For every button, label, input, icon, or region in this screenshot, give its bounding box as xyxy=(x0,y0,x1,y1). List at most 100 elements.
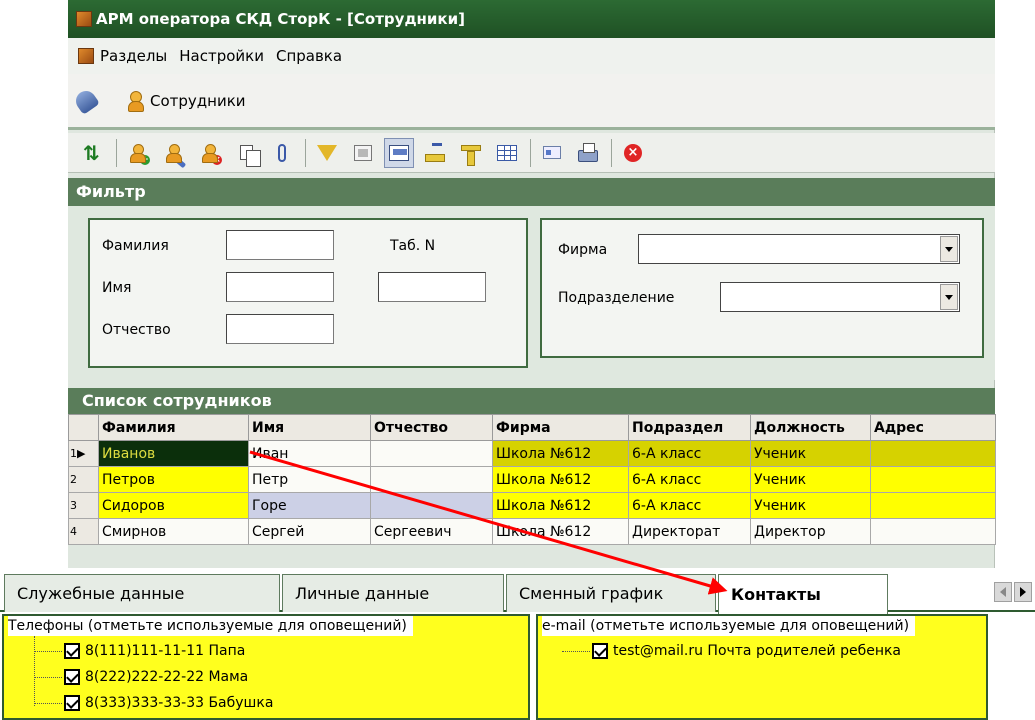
menu-item-sections[interactable]: Разделы xyxy=(100,47,167,65)
feather-icon[interactable] xyxy=(72,86,100,115)
window-title: АРМ оператора СКД СторК - [Сотрудники] xyxy=(96,10,465,28)
cell-department[interactable]: Директорат xyxy=(628,518,751,545)
department-select[interactable] xyxy=(720,282,960,312)
print-button[interactable] xyxy=(573,138,603,168)
middlename-label: Отчество xyxy=(102,322,171,338)
emails-panel: e-mail (отметьте используемые для оповещ… xyxy=(536,614,988,720)
email-label: test@mail.ru Почта родителей ребенка xyxy=(613,643,902,659)
column-header-lastname[interactable]: Фамилия xyxy=(98,414,249,441)
close-icon: × xyxy=(624,143,642,162)
phone-checkbox[interactable] xyxy=(64,669,80,685)
chevron-down-icon[interactable] xyxy=(940,236,958,262)
email-checkbox[interactable] xyxy=(592,643,608,659)
cell-firstname[interactable]: Иван xyxy=(248,440,371,467)
phone-checkbox[interactable] xyxy=(64,695,80,711)
list-item[interactable]: 8(111)111-11-11 Папа xyxy=(34,640,245,662)
cell-lastname[interactable]: Сидоров xyxy=(98,492,249,519)
column-header-department[interactable]: Подраздел xyxy=(628,414,751,441)
id-card-button[interactable] xyxy=(537,138,567,168)
emails-panel-title: e-mail (отметьте используемые для оповещ… xyxy=(542,616,916,636)
firm-label: Фирма xyxy=(558,242,608,258)
phone-checkbox[interactable] xyxy=(64,643,80,659)
cell-middlename[interactable] xyxy=(370,492,493,519)
edit-employee-button[interactable] xyxy=(159,138,189,168)
cell-firm[interactable]: Школа №612 xyxy=(492,492,629,519)
tee-ruler-icon xyxy=(461,144,481,166)
tabs-scroll-right-icon[interactable] xyxy=(1014,582,1032,602)
column-header-firm[interactable]: Фирма xyxy=(492,414,629,441)
cell-department[interactable]: 6-А класс xyxy=(628,440,751,467)
cell-department[interactable]: 6-А класс xyxy=(628,466,751,493)
tabnum-input[interactable] xyxy=(378,272,486,302)
delete-employee-icon: × xyxy=(200,143,222,165)
table-row[interactable]: 3 Сидоров Горе Школа №612 6-А класс Учен… xyxy=(68,492,996,519)
tab-personal-data[interactable]: Личные данные xyxy=(282,574,504,612)
screen-view-button[interactable] xyxy=(384,137,414,168)
cell-middlename[interactable]: Сергеевич xyxy=(370,518,493,545)
list-item[interactable]: 8(333)333-33-33 Бабушка xyxy=(34,692,273,714)
cell-firstname[interactable]: Горе xyxy=(248,492,371,519)
filter-button[interactable] xyxy=(312,138,342,168)
copy-button[interactable] xyxy=(231,138,261,168)
cell-firstname[interactable]: Петр xyxy=(248,466,371,493)
cell-position[interactable]: Директор xyxy=(750,518,871,545)
cell-lastname[interactable]: Петров xyxy=(98,466,249,493)
cell-address[interactable] xyxy=(870,518,996,545)
table-view-icon xyxy=(497,144,517,161)
add-employee-button[interactable]: + xyxy=(123,138,153,168)
form-view-button[interactable] xyxy=(348,138,378,168)
phone-label: 8(111)111-11-11 Папа xyxy=(85,643,246,659)
column-header-firstname[interactable]: Имя xyxy=(248,414,371,441)
column-header-address[interactable]: Адрес xyxy=(870,414,996,441)
table-view-button[interactable] xyxy=(492,138,522,168)
cell-position[interactable]: Ученик xyxy=(750,492,871,519)
tab-service-data[interactable]: Служебные данные xyxy=(4,574,280,612)
cell-lastname[interactable]: Смирнов xyxy=(98,518,249,545)
attachment-button[interactable] xyxy=(267,138,297,168)
lastname-input[interactable] xyxy=(226,230,334,260)
id-card-icon xyxy=(543,146,561,159)
middlename-input[interactable] xyxy=(226,314,334,344)
tabs-scroll-left-icon[interactable] xyxy=(994,582,1012,602)
table-row[interactable]: 2 Петров Петр Школа №612 6-А класс Учени… xyxy=(68,466,996,493)
close-button[interactable]: × xyxy=(618,138,648,168)
cell-address[interactable] xyxy=(870,466,996,493)
cell-department[interactable]: 6-А класс xyxy=(628,492,751,519)
tee-ruler-button[interactable] xyxy=(456,138,486,168)
firm-select[interactable] xyxy=(638,234,960,264)
cell-firm[interactable]: Школа №612 xyxy=(492,518,629,545)
list-item[interactable]: test@mail.ru Почта родителей ребенка xyxy=(562,640,901,662)
lastname-label: Фамилия xyxy=(102,238,169,254)
cell-position[interactable]: Ученик xyxy=(750,440,871,467)
menu-item-help[interactable]: Справка xyxy=(276,47,342,65)
cell-position[interactable]: Ученик xyxy=(750,466,871,493)
chevron-down-icon[interactable] xyxy=(940,284,958,310)
attachment-icon xyxy=(278,143,286,162)
firstname-input[interactable] xyxy=(226,272,334,302)
delete-employee-button[interactable]: × xyxy=(195,138,225,168)
cell-address[interactable] xyxy=(870,492,996,519)
employee-grid: Фамилия Имя Отчество Фирма Подраздел Дол… xyxy=(68,414,996,545)
cell-firstname[interactable]: Сергей xyxy=(248,518,371,545)
table-row[interactable]: 4 Смирнов Сергей Сергеевич Школа №612 Ди… xyxy=(68,518,996,545)
menu-item-settings[interactable]: Настройки xyxy=(179,47,264,65)
employee-list-header: Список сотрудников xyxy=(68,388,995,414)
cell-firm[interactable]: Школа №612 xyxy=(492,440,629,467)
column-header-middlename[interactable]: Отчество xyxy=(370,414,493,441)
phone-label: 8(222)222-22-22 Мама xyxy=(85,669,249,685)
cell-middlename[interactable] xyxy=(370,440,493,467)
cell-address[interactable] xyxy=(870,440,996,467)
list-item[interactable]: 8(222)222-22-22 Мама xyxy=(34,666,248,688)
cell-lastname[interactable]: Иванов xyxy=(98,440,249,467)
refresh-button[interactable]: ⇅ xyxy=(78,138,108,168)
tab-shift-schedule[interactable]: Сменный график xyxy=(506,574,716,612)
column-header-position[interactable]: Должность xyxy=(750,414,871,441)
section-employees-link[interactable]: Сотрудники xyxy=(150,92,246,110)
cell-firm[interactable]: Школа №612 xyxy=(492,466,629,493)
app-menu-icon[interactable] xyxy=(78,48,94,64)
cell-middlename[interactable] xyxy=(370,466,493,493)
app-window: АРМ оператора СКД СторК - [Сотрудники] Р… xyxy=(68,0,996,568)
tab-contacts[interactable]: Контакты xyxy=(718,574,888,614)
ruler-button[interactable] xyxy=(420,138,450,168)
table-row[interactable]: 1▶ Иванов Иван Школа №612 6-А класс Учен… xyxy=(68,440,996,467)
